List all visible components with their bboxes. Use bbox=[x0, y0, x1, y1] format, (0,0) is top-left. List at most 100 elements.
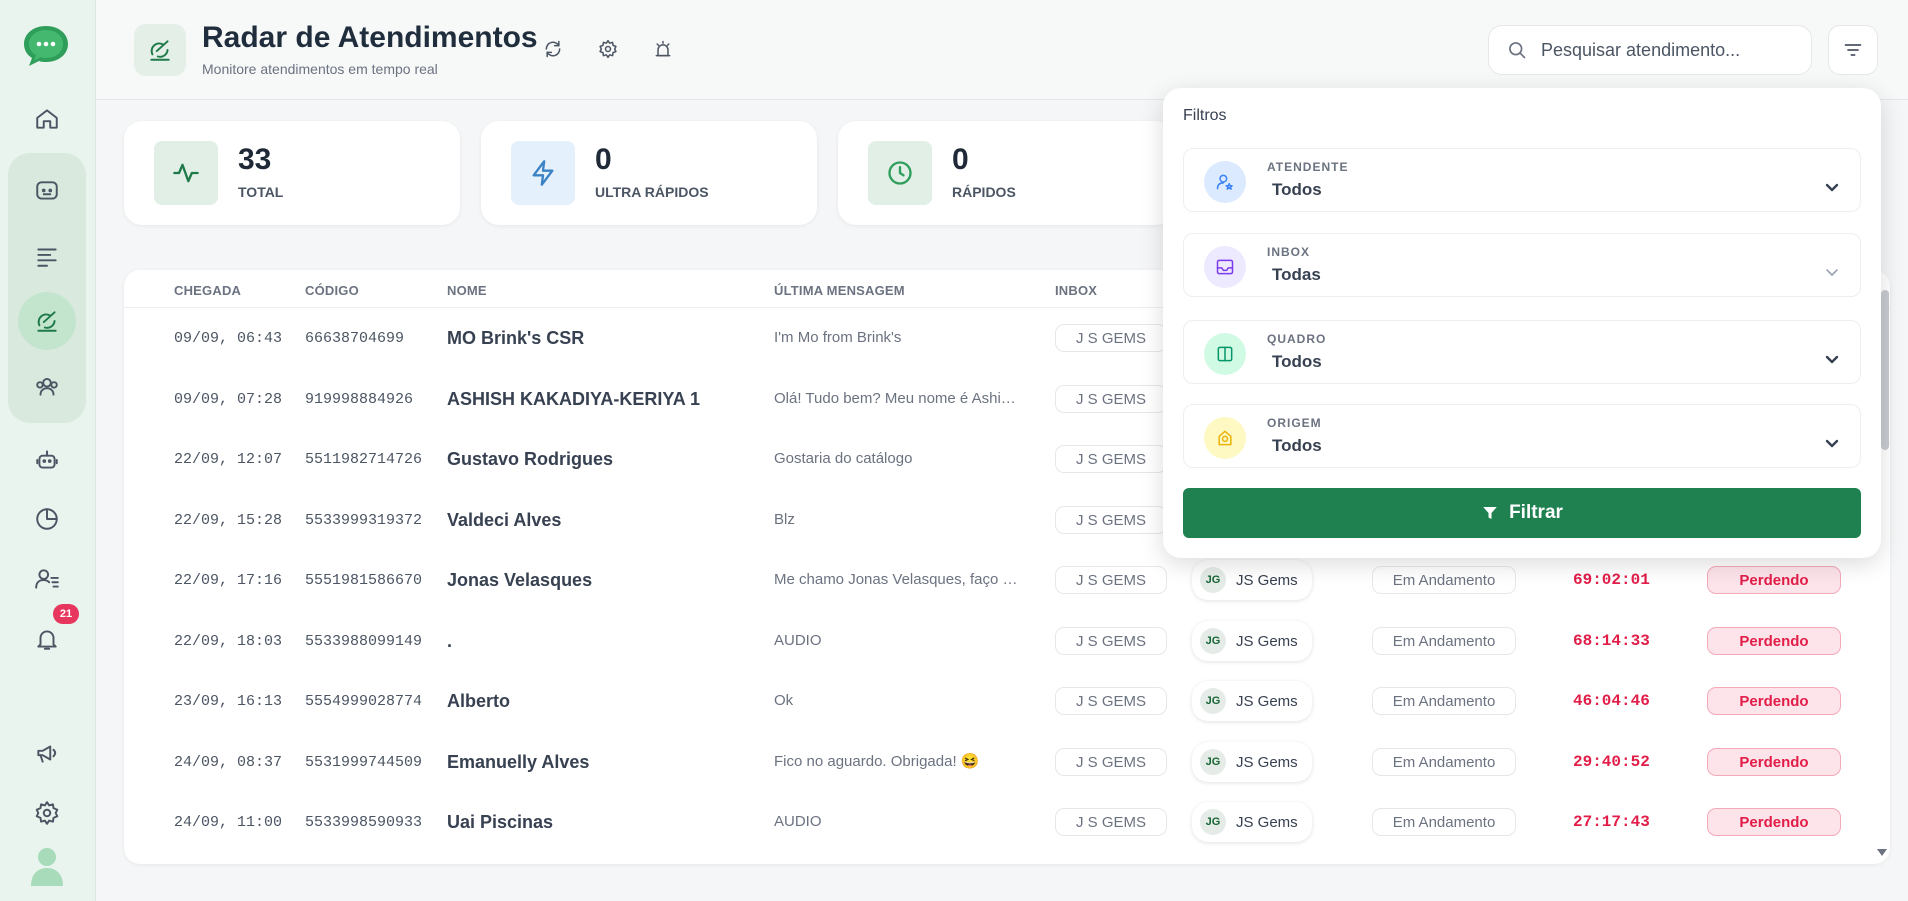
sidebar-item-bot[interactable] bbox=[18, 431, 76, 489]
filter-atendente-select[interactable]: ATENDENTE Todos bbox=[1183, 148, 1861, 212]
stat-value: 33 bbox=[238, 143, 272, 176]
sla-badge: Perdendo bbox=[1707, 748, 1841, 776]
filter-inbox-select[interactable]: INBOX Todas bbox=[1183, 233, 1861, 297]
cell-nome: ASHISH KAKADIYA-KERIYA 1 bbox=[447, 388, 701, 409]
cell-codigo: 5533998590933 bbox=[305, 813, 423, 831]
column-header-inbox[interactable]: INBOX bbox=[1055, 283, 1097, 298]
agent-name: JS Gems bbox=[1236, 632, 1298, 650]
inbox-icon bbox=[1204, 246, 1246, 288]
agent-chip[interactable]: JG JS Gems bbox=[1192, 742, 1312, 782]
table-row[interactable]: 24/09, 11:00 5533998590933 Uai Piscinas AUD… bbox=[124, 792, 1890, 852]
inbox-badge: J S GEMS bbox=[1055, 324, 1167, 352]
table-row[interactable]: 24/09, 08:37 5531999744509 Emanuelly Alves… bbox=[124, 732, 1890, 792]
inbox-badge: J S GEMS bbox=[1055, 506, 1167, 534]
agent-chip[interactable]: JG JS Gems bbox=[1192, 621, 1312, 661]
sidebar-item-team[interactable] bbox=[18, 357, 76, 415]
status-badge: Em Andamento bbox=[1372, 627, 1516, 655]
search-input[interactable] bbox=[1541, 39, 1801, 61]
table-row[interactable]: 22/09, 17:16 5551981586670 Jonas Velasques… bbox=[124, 550, 1890, 610]
refresh-button[interactable] bbox=[540, 36, 566, 62]
column-header-chegada[interactable]: CHEGADA bbox=[174, 283, 241, 298]
filter-lines-icon bbox=[1844, 44, 1862, 56]
sidebar-item-radar[interactable] bbox=[18, 292, 76, 350]
cell-codigo: 5533999319372 bbox=[305, 511, 423, 529]
sidebar-item-reports[interactable] bbox=[18, 490, 76, 548]
search-box[interactable] bbox=[1488, 25, 1812, 75]
cell-status: Em Andamento bbox=[1372, 732, 1516, 792]
inbox-badge: J S GEMS bbox=[1055, 385, 1167, 413]
column-header-nome[interactable]: NOME bbox=[447, 283, 487, 298]
inbox-badge: J S GEMS bbox=[1055, 445, 1167, 473]
cell-tempo: 68:14:33 bbox=[1573, 632, 1650, 650]
agent-avatar: JG bbox=[1200, 749, 1226, 775]
cell-agent: JG JS Gems bbox=[1192, 611, 1312, 671]
user-avatar[interactable] bbox=[30, 846, 64, 886]
cell-nome: Valdeci Alves bbox=[447, 509, 562, 530]
filter-origem-select[interactable]: ORIGEM Todos bbox=[1183, 404, 1861, 468]
agent-name: JS Gems bbox=[1236, 571, 1298, 589]
sidebar: 21 bbox=[0, 0, 96, 901]
columns-icon bbox=[1204, 333, 1246, 375]
column-header-ultima-mensagem[interactable]: ÚLTIMA MENSAGEM bbox=[774, 283, 905, 298]
sidebar-item-notifications[interactable]: 21 bbox=[18, 604, 79, 668]
sidebar-item-campaigns[interactable] bbox=[18, 724, 76, 782]
gear-icon bbox=[35, 801, 59, 825]
filter-label: ATENDENTE bbox=[1267, 160, 1349, 174]
chevron-down-icon bbox=[1824, 435, 1840, 451]
filter-value: Todos bbox=[1272, 352, 1322, 371]
sidebar-item-list[interactable] bbox=[18, 227, 76, 285]
table-row[interactable]: 23/09, 16:13 5554999028774 Alberto Ok J S GE… bbox=[124, 671, 1890, 731]
scroll-down-icon[interactable] bbox=[1876, 847, 1888, 857]
table-row[interactable]: 22/09, 18:03 5533988099149. AUDIO J S GEMS J… bbox=[124, 611, 1890, 671]
radar-icon bbox=[37, 311, 57, 332]
cell-chegada: 24/09, 11:00 bbox=[174, 813, 283, 831]
chat-logo-icon[interactable] bbox=[20, 22, 72, 68]
megaphone-icon bbox=[37, 745, 57, 763]
sidebar-item-home[interactable] bbox=[18, 90, 76, 148]
sidebar-item-settings[interactable] bbox=[18, 784, 76, 842]
sla-badge: Perdendo bbox=[1707, 808, 1841, 836]
filter-label: ORIGEM bbox=[1267, 416, 1322, 430]
cell-nome: Uai Piscinas bbox=[447, 811, 554, 832]
cell-nome: MO Brink's CSR bbox=[447, 327, 585, 348]
agent-chip[interactable]: JG JS Gems bbox=[1192, 560, 1312, 600]
cell-inbox: J S GEMS bbox=[1055, 671, 1167, 731]
sidebar-item-contacts[interactable] bbox=[18, 550, 76, 608]
team-icon bbox=[36, 377, 58, 396]
cell-ultima-mensagem: AUDIO bbox=[774, 813, 822, 830]
filter-panel-title: Filtros bbox=[1183, 107, 1227, 124]
sla-badge: Perdendo bbox=[1707, 627, 1841, 655]
cell-sla: Perdendo bbox=[1707, 550, 1841, 610]
agent-chip[interactable]: JG JS Gems bbox=[1192, 802, 1312, 842]
agent-avatar: JG bbox=[1200, 628, 1226, 654]
column-header-codigo[interactable]: CÓDIGO bbox=[305, 283, 359, 298]
filter-quadro-select[interactable]: QUADRO Todos bbox=[1183, 320, 1861, 384]
refresh-icon bbox=[545, 40, 561, 58]
cell-inbox: J S GEMS bbox=[1055, 550, 1167, 610]
alarm-button[interactable] bbox=[650, 36, 676, 62]
inbox-badge: J S GEMS bbox=[1055, 566, 1167, 594]
filter-toggle-button[interactable] bbox=[1828, 25, 1878, 75]
cell-ultima-mensagem: Me chamo Jonas Velasques, faço parte bbox=[774, 571, 1020, 588]
cell-codigo: 919998884926 bbox=[305, 390, 414, 408]
cell-agent: JG JS Gems bbox=[1192, 671, 1312, 731]
settings-button[interactable] bbox=[595, 36, 621, 62]
cell-codigo: 5511982714726 bbox=[305, 450, 423, 468]
filter-submit-button[interactable]: Filtrar bbox=[1183, 488, 1861, 538]
agent-avatar: JG bbox=[1200, 809, 1226, 835]
cell-chegada: 09/09, 07:28 bbox=[174, 390, 283, 408]
sidebar-item-chat[interactable] bbox=[18, 162, 76, 220]
cell-inbox: J S GEMS bbox=[1055, 792, 1167, 852]
status-badge: Em Andamento bbox=[1372, 748, 1516, 776]
status-badge: Em Andamento bbox=[1372, 687, 1516, 715]
notification-count-badge: 21 bbox=[53, 604, 79, 624]
agent-avatar: JG bbox=[1200, 567, 1226, 593]
cell-nome: Jonas Velasques bbox=[447, 569, 593, 590]
filter-panel: Filtros ATENDENTE Todos INBOX Todas QUAD… bbox=[1163, 88, 1881, 558]
stat-card-fast: 0 RÁPIDOS bbox=[838, 121, 1174, 225]
cell-codigo: 5531999744509 bbox=[305, 753, 423, 771]
cell-tempo: 69:02:01 bbox=[1573, 571, 1650, 589]
scrollbar-thumb[interactable] bbox=[1881, 290, 1889, 450]
agent-chip[interactable]: JG JS Gems bbox=[1192, 681, 1312, 721]
cell-inbox: J S GEMS bbox=[1055, 429, 1167, 489]
